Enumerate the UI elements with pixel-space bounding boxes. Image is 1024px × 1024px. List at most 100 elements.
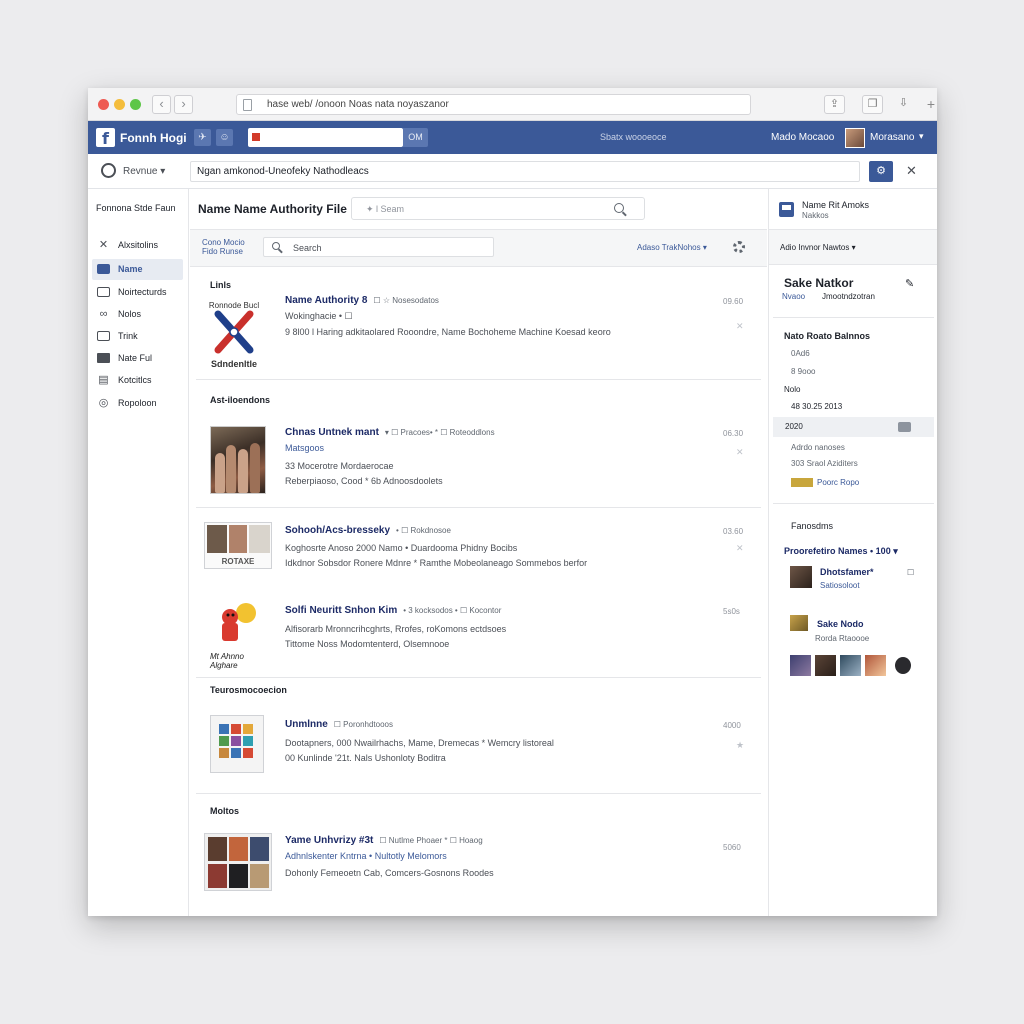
flag-icon [252,133,260,141]
avatar[interactable] [790,566,812,588]
avatar[interactable] [790,615,808,631]
list-item[interactable]: Ronnode Bucl Sdndenltle Name Authority 8… [190,295,767,385]
divider [196,379,761,380]
promo-label[interactable]: Proorefetiro Names • 100 ▾ [784,546,898,557]
account-menu-caret-icon[interactable]: ▾ [919,131,924,142]
item-title[interactable]: Solfi Neuritt Snhon Kim • 3 kocksodos • ☐… [285,605,501,616]
dismiss-icon[interactable]: ✕ [736,321,744,332]
card-title[interactable]: Sake Natkor [784,276,853,290]
sidebar-item-1[interactable]: Name [92,259,183,280]
item-count: 03.60 [723,527,744,536]
sidebar-item-7[interactable]: ◎ Ropoloon [92,393,183,414]
section-label: Moltos [210,806,239,816]
search-icon[interactable] [614,203,624,213]
sidebar-item-2[interactable]: Noirtecturds [92,282,183,303]
cartoon-figure-icon [222,603,256,641]
sidebar-item-3[interactable]: ∞ Nolos [92,304,183,325]
avatar[interactable] [840,655,861,676]
item-title[interactable]: Chnas Untnek mant ▾ ☐ Pracoes• * ☐ Roteod… [285,427,495,438]
browser-window: ‹ › hase web/ /onoon Noas nata noyaszano… [88,88,937,916]
authority-search-field[interactable]: Ngan amkonod-Uneofeky Nathodleacs [190,161,860,182]
avatar[interactable] [865,655,886,676]
inbox-icon [779,202,794,217]
avatar[interactable] [790,655,811,676]
tabs-icon[interactable]: ❐ [862,95,883,114]
card-subtitle-link[interactable]: Nvaoo [782,292,805,301]
list-item[interactable]: Yame Unhvrizy #3t ☐ Nutlme Phoaer * ☐ Hoa… [190,831,767,907]
star-icon[interactable]: ★ [736,740,744,751]
sidebar-item-0[interactable]: ✕ Alxsitolins [92,235,183,256]
detail-link[interactable]: Poorc Ropo [817,478,859,487]
dismiss-icon[interactable]: ✕ [736,543,744,554]
forward-icon[interactable]: › [174,95,193,114]
item-title[interactable]: Name Authority 8 ☐ ☆ Nosesodatos [285,295,439,306]
collage-label: ROTAXE [221,557,255,566]
filter-label[interactable]: Cono Mocio Fido Runse [202,238,262,256]
item-title[interactable]: Sohooh/Acs-bresseky • ☐ Rokdnosoe [285,525,451,536]
item-subtitle[interactable]: Matsgoos [285,443,324,453]
pencil-icon[interactable]: ✎ [905,277,914,290]
detail-value: Nolo [784,385,801,394]
sidebar-item-6[interactable]: ▤ Kotcitlcs [92,370,183,391]
avatar[interactable] [845,128,865,148]
top-search-button[interactable]: OM [403,128,428,147]
avatar[interactable] [815,655,836,676]
list-item[interactable]: Unmlnne ☐ Poronhdtooos Dootapners, 000 Nw… [190,713,767,793]
item-subtitle[interactable]: Adhnlskenter Kntrna • Nultotly Melomors [285,851,447,861]
divider [196,677,761,678]
item-title[interactable]: Yame Unhvrizy #3t ☐ Nutlme Phoaer * ☐ Hoa… [285,835,483,846]
user-name-link[interactable]: Mado Mocaoo [771,132,834,143]
friend-side-icon[interactable]: ☐ [907,568,914,577]
right-band-dropdown[interactable]: Adio Invnor Nawtos ▾ [780,243,856,252]
collage-thumbnail: ROTAXE [204,522,272,569]
friend-name[interactable]: Dhotsfamer* [820,567,874,577]
address-bar[interactable]: hase web/ /onoon Noas nata noyaszanor [236,94,751,115]
sort-dropdown[interactable]: Adaso TrakNohos ▾ [637,243,707,252]
top-search-input[interactable] [248,128,403,147]
share-icon[interactable]: ⇪ [824,95,845,114]
filter-button[interactable]: ⚙ [869,161,893,182]
app-logo[interactable]: f [96,128,115,148]
gear-icon[interactable] [733,241,745,253]
detail-value: 303 Sraol Aziditers [791,459,858,468]
brand-name[interactable]: Fonnh Hogi [120,131,187,145]
download-icon[interactable]: ⇩ [893,95,914,114]
sidebar-item-label: Trink [118,331,138,341]
refresh-icon[interactable] [101,163,116,178]
top-bar-center-text[interactable]: Sbatx woooeoce [600,132,667,142]
friends-icon[interactable]: ☺ [216,129,233,146]
back-icon[interactable]: ‹ [152,95,171,114]
item-description: Tittome Noss Modomtenterd, Olsemnooe [285,639,450,649]
send-icon[interactable]: ✈ [194,129,211,146]
friend-subtitle: Rorda Rtaoooe [815,634,870,643]
dismiss-icon[interactable]: ✕ [736,447,744,458]
right-band: Adio Invnor Nawtos ▾ [769,229,937,265]
item-title[interactable]: Unmlnne ☐ Poronhdtooos [285,719,393,730]
list-item[interactable]: Chnas Untnek mant ▾ ☐ Pracoes• * ☐ Roteod… [190,421,767,501]
detail-highlight-row[interactable]: 2020 [773,417,934,437]
friend-subtitle: Satiosoloot [820,581,860,590]
title-search-input[interactable]: ✦ l Seam [351,197,645,220]
close-window-icon[interactable] [98,99,109,110]
item-count: 5060 [723,843,741,852]
filter-search-input[interactable]: Search [263,237,494,257]
section-label: Ast-iloendons [210,395,270,405]
revenue-dropdown[interactable]: Revnue ▾ [123,166,165,177]
sidebar-item-4[interactable]: Trink [92,326,183,347]
new-tab-icon[interactable]: + [927,96,935,112]
list-item[interactable]: Mt Ahnno Alghare Solfi Neuritt Snhon Kim… [190,601,767,681]
page-icon [243,99,252,111]
right-header-title[interactable]: Name Rit Amoks [802,200,869,210]
close-icon[interactable]: ✕ [906,163,917,179]
avatar[interactable] [895,657,911,674]
friend-name[interactable]: Sake Nodo [817,619,864,629]
maximize-window-icon[interactable] [130,99,141,110]
globe-icon: ◎ [98,397,109,409]
search-icon [272,242,280,250]
sidebar-item-5[interactable]: Nate Ful [92,348,183,369]
minimize-window-icon[interactable] [114,99,125,110]
list-item[interactable]: ROTAXE Sohooh/Acs-bresseky • ☐ Rokdnosoe … [190,519,767,589]
poster-grid-thumbnail [204,833,272,891]
user-secondary-link[interactable]: Morasano [870,132,914,143]
item-title-text: Yame Unhvrizy #3t [285,835,374,846]
